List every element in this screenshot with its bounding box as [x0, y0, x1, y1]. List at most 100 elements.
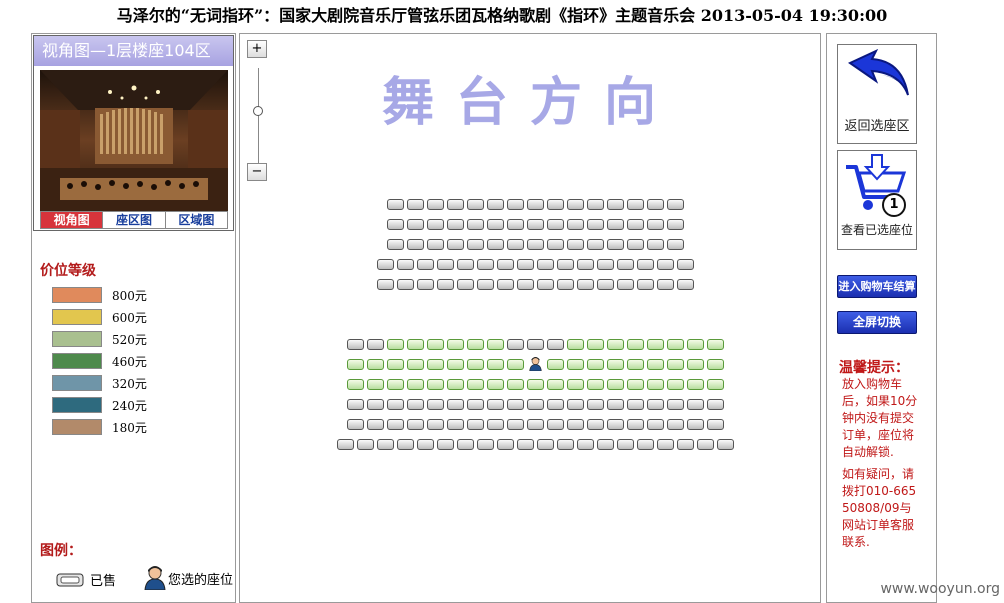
available-seat[interactable]	[347, 379, 364, 390]
sold-seat	[667, 199, 684, 210]
available-seat[interactable]	[667, 339, 684, 350]
available-seat[interactable]	[587, 379, 604, 390]
available-seat[interactable]	[407, 359, 424, 370]
sold-seat	[617, 279, 634, 290]
available-seat[interactable]	[647, 379, 664, 390]
price-heading: 价位等级	[40, 263, 96, 279]
available-seat[interactable]	[687, 359, 704, 370]
right-panel: 返回选座区 1 查看已选座位 进入购物车结算 全屏切换 温馨提示： 放入购物车后…	[826, 33, 937, 603]
tab-view-angle[interactable]: 视角图	[41, 212, 104, 228]
price-level-label: 240元	[112, 398, 147, 413]
available-seat[interactable]	[667, 359, 684, 370]
sold-seat	[387, 239, 404, 250]
available-seat[interactable]	[467, 339, 484, 350]
available-seat[interactable]	[447, 359, 464, 370]
available-seat[interactable]	[607, 339, 624, 350]
sold-seat	[547, 199, 564, 210]
available-seat[interactable]	[607, 359, 624, 370]
seat-row	[347, 357, 727, 371]
sold-seat	[717, 439, 734, 450]
price-level-row: 600元	[52, 309, 147, 325]
available-seat[interactable]	[587, 339, 604, 350]
seat-row	[387, 199, 687, 211]
available-seat[interactable]	[607, 379, 624, 390]
zoom-out-button[interactable]: −	[247, 163, 267, 181]
sold-seat	[367, 419, 384, 430]
available-seat[interactable]	[427, 359, 444, 370]
tab-region[interactable]: 区域图	[166, 212, 227, 228]
available-seat[interactable]	[627, 379, 644, 390]
available-seat[interactable]	[627, 339, 644, 350]
view-selected-seats-button[interactable]: 1 查看已选座位	[837, 150, 917, 250]
zoom-in-button[interactable]: +	[247, 40, 267, 58]
available-seat[interactable]	[387, 339, 404, 350]
available-seat[interactable]	[407, 379, 424, 390]
tab-seat-area[interactable]: 座区图	[103, 212, 166, 228]
available-seat[interactable]	[487, 379, 504, 390]
sold-seat	[497, 279, 514, 290]
available-seat[interactable]	[347, 359, 364, 370]
sold-seat	[587, 219, 604, 230]
fullscreen-toggle-button[interactable]: 全屏切换	[837, 311, 917, 334]
available-seat[interactable]	[407, 339, 424, 350]
available-seat[interactable]	[427, 379, 444, 390]
available-seat[interactable]	[707, 359, 724, 370]
sold-seat	[467, 239, 484, 250]
available-seat[interactable]	[507, 359, 524, 370]
available-seat[interactable]	[427, 339, 444, 350]
available-seat[interactable]	[447, 379, 464, 390]
available-seat[interactable]	[487, 339, 504, 350]
available-seat[interactable]	[587, 359, 604, 370]
available-seat[interactable]	[647, 339, 664, 350]
available-seat[interactable]	[387, 379, 404, 390]
available-seat[interactable]	[567, 339, 584, 350]
available-seat[interactable]	[667, 379, 684, 390]
sold-seat	[557, 259, 574, 270]
available-seat[interactable]	[367, 359, 384, 370]
available-seat[interactable]	[687, 379, 704, 390]
available-seat[interactable]	[487, 359, 504, 370]
sold-seat	[647, 219, 664, 230]
sold-seat	[617, 439, 634, 450]
sold-seat	[497, 439, 514, 450]
sold-seat	[397, 279, 414, 290]
available-seat[interactable]	[507, 379, 524, 390]
sold-seat	[627, 199, 644, 210]
sold-seat	[357, 439, 374, 450]
sold-seat	[337, 439, 354, 450]
available-seat[interactable]	[447, 339, 464, 350]
sold-seat	[707, 419, 724, 430]
seat-row	[377, 259, 697, 271]
checkout-button[interactable]: 进入购物车结算	[837, 275, 917, 298]
available-seat[interactable]	[627, 359, 644, 370]
sold-seat	[537, 279, 554, 290]
available-seat[interactable]	[547, 379, 564, 390]
available-seat[interactable]	[527, 379, 544, 390]
available-seat[interactable]	[707, 379, 724, 390]
available-seat[interactable]	[687, 339, 704, 350]
available-seat[interactable]	[707, 339, 724, 350]
available-seat[interactable]	[467, 379, 484, 390]
cart-count-badge: 1	[882, 193, 906, 217]
available-seat[interactable]	[467, 359, 484, 370]
sold-seat	[467, 419, 484, 430]
price-level-label: 320元	[112, 376, 147, 391]
selected-seat[interactable]	[527, 357, 544, 371]
sold-seat	[397, 439, 414, 450]
available-seat[interactable]	[567, 379, 584, 390]
sold-seat	[437, 279, 454, 290]
sold-seat	[427, 419, 444, 430]
sold-seat	[457, 259, 474, 270]
available-seat[interactable]	[647, 359, 664, 370]
legend-heading: 图例：	[40, 543, 82, 559]
back-to-seat-area-button[interactable]: 返回选座区	[837, 44, 917, 144]
view-angle-box: 视角图—1层楼座104区 视角图 座区图 区域图	[33, 35, 234, 231]
available-seat[interactable]	[567, 359, 584, 370]
view-angle-header: 视角图—1层楼座104区	[34, 36, 233, 66]
sold-seat	[647, 419, 664, 430]
sold-seat	[507, 399, 524, 410]
available-seat[interactable]	[367, 379, 384, 390]
available-seat[interactable]	[547, 359, 564, 370]
price-level-label: 520元	[112, 332, 147, 347]
available-seat[interactable]	[387, 359, 404, 370]
